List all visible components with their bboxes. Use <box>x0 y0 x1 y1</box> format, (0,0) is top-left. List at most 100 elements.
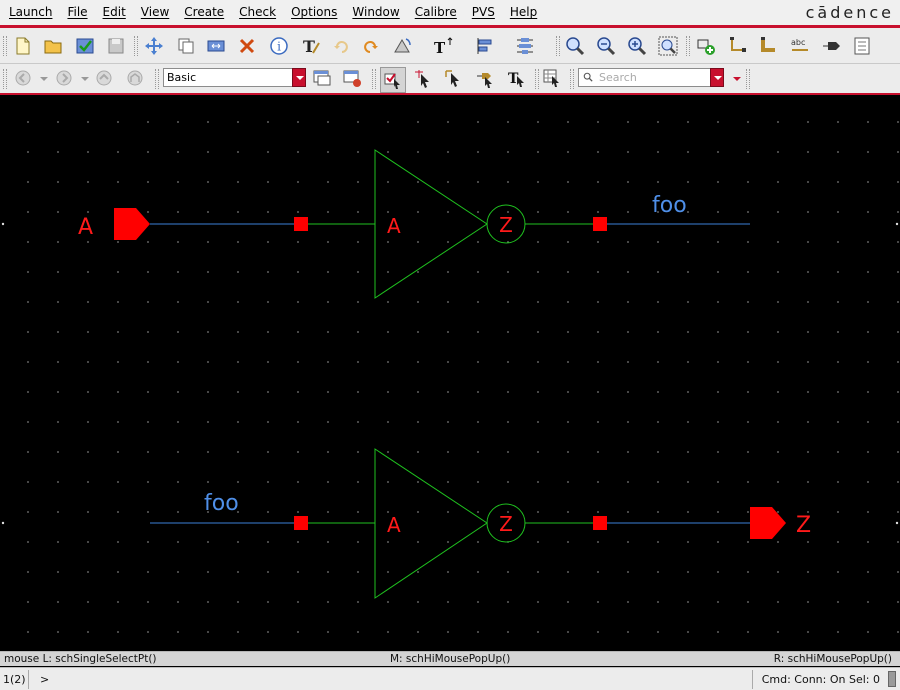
toolbar-grip[interactable] <box>372 69 376 89</box>
move-icon[interactable] <box>143 35 165 57</box>
text-edit-icon[interactable]: T <box>300 35 322 57</box>
edge-marker <box>895 222 899 226</box>
menu-launch[interactable]: Launch <box>6 0 58 25</box>
properties-icon[interactable]: i <box>268 35 290 57</box>
up-icon[interactable] <box>93 67 115 89</box>
save-icon[interactable] <box>105 35 127 57</box>
redo-icon[interactable] <box>360 35 382 57</box>
menu-edit[interactable]: Edit <box>100 0 132 25</box>
zoom-out-icon[interactable] <box>595 35 617 57</box>
menu-pvs[interactable]: PVS <box>469 0 501 25</box>
resize-handle[interactable] <box>888 671 896 687</box>
toolbar-grip[interactable] <box>3 36 7 56</box>
schematic-canvas[interactable]: A A Z foo foo A Z Z <box>0 95 900 651</box>
brand-logo: cādence <box>805 3 894 22</box>
instance-pin-terminal[interactable] <box>294 516 308 530</box>
search-icon <box>583 72 593 82</box>
instance-pin-terminal[interactable] <box>294 217 308 231</box>
copy-icon[interactable] <box>175 35 197 57</box>
distribute-icon[interactable] <box>514 35 536 57</box>
chevron-down-icon[interactable] <box>710 68 724 87</box>
toolbar-grip[interactable] <box>556 36 560 56</box>
net-label[interactable]: foo <box>204 491 239 516</box>
home-icon[interactable] <box>124 67 146 89</box>
menu-file[interactable]: File <box>64 0 93 25</box>
selection-filter-icon[interactable] <box>541 67 563 89</box>
instance-pin-terminal[interactable] <box>593 217 607 231</box>
menu-help[interactable]: Help <box>507 0 543 25</box>
chevron-down-icon[interactable] <box>292 68 306 87</box>
forward-dropdown-icon[interactable] <box>81 77 89 81</box>
open-icon[interactable] <box>42 35 64 57</box>
search-options-dropdown-icon[interactable] <box>733 77 741 81</box>
menu-options[interactable]: Options <box>288 0 343 25</box>
menu-view[interactable]: View <box>138 0 175 25</box>
select-toggle-icon[interactable] <box>380 67 406 93</box>
instance-pin-terminal[interactable] <box>593 516 607 530</box>
search-placeholder: Search <box>599 71 637 84</box>
back-dropdown-icon[interactable] <box>40 77 48 81</box>
zoom-in-icon[interactable] <box>564 35 586 57</box>
menu-check[interactable]: Check <box>236 0 282 25</box>
edge-marker <box>895 521 899 525</box>
command-count: 1(2) <box>3 673 26 686</box>
select-area-icon[interactable] <box>443 67 465 89</box>
undo-icon[interactable] <box>330 35 352 57</box>
rotate-icon[interactable] <box>391 35 413 57</box>
toolbar-grip[interactable] <box>155 69 159 89</box>
add-pin-icon[interactable] <box>820 35 842 57</box>
toolbar-grip[interactable] <box>3 69 7 89</box>
zoom-fit-icon[interactable] <box>626 35 648 57</box>
text-size-icon[interactable]: T <box>432 35 454 57</box>
secondary-toolbar: Basic T Search <box>0 64 900 94</box>
add-wire-icon[interactable] <box>727 35 749 57</box>
delete-icon[interactable] <box>236 35 258 57</box>
forward-icon[interactable] <box>53 67 75 89</box>
stretch-icon[interactable] <box>205 35 227 57</box>
descend-icon[interactable] <box>851 35 873 57</box>
gate-input-pin-label: A <box>387 513 401 537</box>
gate-output-pin-label: Z <box>499 512 513 536</box>
svg-text:i: i <box>277 40 281 54</box>
mouse-status-bar: mouse L: schSingleSelectPt() M: schHiMou… <box>0 651 900 666</box>
add-bus-icon[interactable] <box>758 35 780 57</box>
toolbar-grip[interactable] <box>746 69 750 89</box>
toolbar-grip[interactable] <box>570 69 574 89</box>
mouse-left-binding: mouse L: schSingleSelectPt() <box>4 653 157 665</box>
edge-marker <box>1 222 5 226</box>
divider <box>752 670 753 689</box>
gate-input-pin-label: A <box>387 214 401 238</box>
zoom-area-icon[interactable] <box>657 35 679 57</box>
align-icon[interactable] <box>474 35 496 57</box>
net-label[interactable]: foo <box>652 193 687 218</box>
toolbar-grip[interactable] <box>686 36 690 56</box>
select-point-icon[interactable] <box>412 67 434 89</box>
schematic-row-1: A A Z foo <box>78 149 750 299</box>
output-pin-label: Z <box>796 513 811 538</box>
select-pin-icon[interactable] <box>475 67 497 89</box>
back-icon[interactable] <box>12 67 34 89</box>
menu-window[interactable]: Window <box>349 0 405 25</box>
window-icon[interactable] <box>311 67 333 89</box>
new-icon[interactable] <box>12 35 34 57</box>
filter-combo[interactable]: Basic <box>163 68 306 87</box>
input-pin-shape[interactable] <box>114 208 150 240</box>
divider <box>28 670 29 689</box>
command-input[interactable]: > <box>40 668 49 690</box>
check-save-icon[interactable] <box>74 35 96 57</box>
output-pin-shape[interactable] <box>750 507 786 539</box>
menu-create[interactable]: Create <box>181 0 230 25</box>
svg-text:abc: abc <box>791 38 805 47</box>
select-text-icon[interactable]: T <box>506 67 528 89</box>
menu-calibre[interactable]: Calibre <box>412 0 463 25</box>
command-status: Cmd: Conn: On Sel: 0 <box>761 673 880 686</box>
search-field[interactable]: Search <box>578 68 724 87</box>
toolbar-grip[interactable] <box>134 36 138 56</box>
toolbar-grip[interactable] <box>535 69 539 89</box>
add-instance-icon[interactable] <box>695 35 717 57</box>
add-label-icon[interactable]: abc <box>789 35 811 57</box>
schematic-drawing[interactable]: A A Z foo foo A Z Z <box>0 95 900 651</box>
main-toolbar: i T T abc <box>0 28 900 77</box>
edge-marker <box>1 521 5 525</box>
close-window-icon[interactable] <box>341 67 363 89</box>
